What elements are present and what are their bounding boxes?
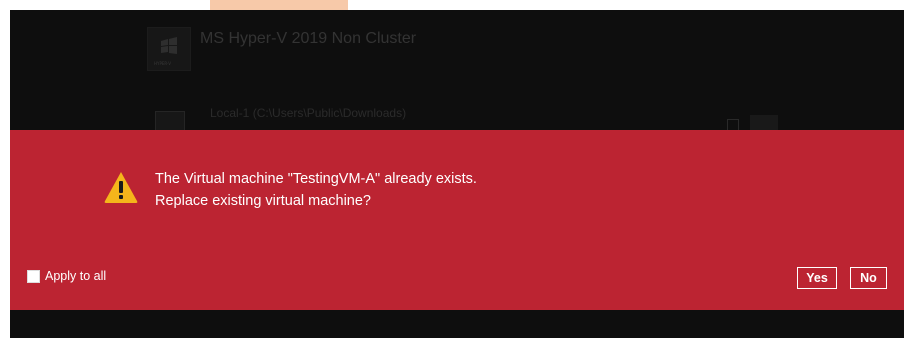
- top-strip: [0, 0, 904, 10]
- dialog-message: The Virtual machine "TestingVM-A" alread…: [155, 168, 477, 212]
- message-line-1: The Virtual machine "TestingVM-A" alread…: [155, 171, 477, 187]
- confirm-dialog: [10, 130, 904, 310]
- highlight-tab: [210, 0, 348, 10]
- apply-to-all-label: Apply to all: [45, 269, 107, 283]
- yes-button[interactable]: Yes: [797, 267, 837, 289]
- no-button[interactable]: No: [850, 267, 887, 289]
- apply-to-all-checkbox[interactable]: Apply to all: [27, 269, 106, 283]
- warning-icon: [104, 172, 138, 203]
- message-line-2: Replace existing virtual machine?: [155, 193, 371, 209]
- checkbox-box[interactable]: [27, 269, 40, 283]
